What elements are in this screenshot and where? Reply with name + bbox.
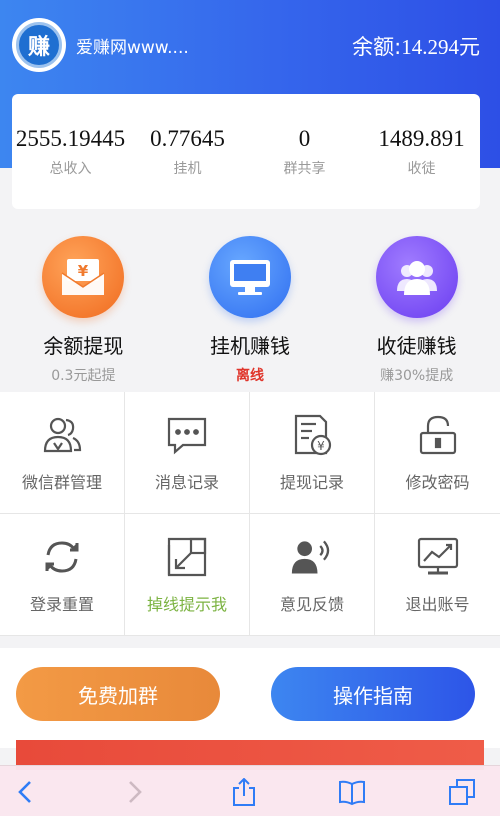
feature-sub: 赚30%提成 (380, 368, 454, 384)
feature-apprentice[interactable]: 收徒赚钱 赚30%提成 (333, 230, 500, 390)
stat-group-share[interactable]: 0 群共享 (246, 126, 363, 178)
status-badge: 离线 (236, 368, 264, 384)
feature-title: 挂机赚钱 (210, 334, 290, 358)
guide-button[interactable]: 操作指南 (271, 667, 475, 721)
grid-item-label: 意见反馈 (279, 594, 344, 614)
grid-item-messages[interactable]: 消息记录 (125, 392, 250, 514)
share-icon[interactable] (230, 778, 258, 806)
grid-item-change-password[interactable]: 修改密码 (375, 392, 500, 514)
lock-icon (419, 415, 456, 454)
stats-card: 2555.19445 总收入 0.77645 挂机 0 群共享 1489.891… (12, 94, 480, 209)
feature-withdraw[interactable]: ¥ 余额提现 0.3元起提 (0, 230, 167, 390)
grid-item-group-manage[interactable]: 微信群管理 (0, 392, 125, 514)
message-icon (167, 417, 207, 454)
withdraw-record-icon: ¥ (294, 414, 332, 455)
grid-item-feedback[interactable]: 意见反馈 (250, 514, 375, 636)
stat-label: 挂机 (173, 160, 202, 177)
feature-row: ¥ 余额提现 0.3元起提 挂机赚钱 离线 收徒赚钱 赚30%提成 (0, 230, 500, 390)
withdraw-icon: ¥ (42, 236, 125, 318)
logo-mark: 赚 (16, 22, 62, 68)
grid-item-login-reset[interactable]: 登录重置 (0, 514, 125, 636)
feature-sub: 0.3元起提 (51, 368, 116, 384)
grid-item-label: 消息记录 (154, 472, 219, 492)
resize-icon (167, 537, 207, 576)
svg-text:¥: ¥ (317, 439, 325, 453)
monitor-icon (209, 236, 291, 318)
stat-hangup[interactable]: 0.77645 挂机 (129, 126, 246, 178)
feedback-icon (291, 540, 330, 573)
action-buttons: 免费加群 操作指南 (0, 648, 500, 748)
feature-title: 余额提现 (43, 334, 124, 358)
stat-label: 群共享 (283, 160, 326, 177)
back-icon[interactable] (12, 778, 40, 806)
bookmarks-icon[interactable] (338, 778, 366, 806)
site-name: 爱赚网www.... (76, 38, 189, 58)
stat-total-income[interactable]: 2555.19445 总收入 (12, 126, 129, 178)
svg-text:¥: ¥ (78, 262, 89, 280)
browser-toolbar (0, 765, 500, 816)
function-grid: 微信群管理 消息记录 ¥ 提现记录 修改密码 登录重置 掉线提示我 意见反馈 退… (0, 392, 500, 636)
stat-value: 0.77645 (150, 125, 225, 151)
grid-item-label: 退出账号 (405, 594, 470, 614)
grid-item-label: 修改密码 (405, 472, 470, 492)
stat-apprentice[interactable]: 1489.891 收徒 (363, 126, 480, 178)
stat-label: 收徒 (407, 160, 436, 177)
grid-item-offline-alert[interactable]: 掉线提示我 (125, 514, 250, 636)
group-manage-icon (43, 417, 82, 452)
stat-value: 1489.891 (378, 125, 465, 151)
feature-title: 收徒赚钱 (376, 334, 457, 358)
grid-item-label: 登录重置 (29, 594, 94, 614)
feature-hangup[interactable]: 挂机赚钱 离线 (167, 230, 334, 390)
grid-item-logout[interactable]: 退出账号 (375, 514, 500, 636)
grid-item-label: 微信群管理 (21, 472, 102, 492)
grid-item-label: 掉线提示我 (146, 594, 227, 614)
people-icon (375, 236, 458, 318)
logout-icon (417, 537, 458, 574)
balance-value: 14.294元 (401, 35, 480, 59)
stat-label: 总收入 (49, 160, 92, 177)
grid-item-withdraw-record[interactable]: ¥ 提现记录 (250, 392, 375, 514)
logo: 赚 (12, 18, 66, 72)
tabs-icon[interactable] (448, 778, 476, 806)
balance: 余额:14.294元 (352, 31, 480, 61)
balance-label: 余额: (352, 35, 402, 59)
stat-value: 2555.19445 (15, 125, 126, 151)
stat-value: 0 (298, 125, 311, 151)
join-group-button[interactable]: 免费加群 (16, 667, 220, 721)
grid-item-label: 提现记录 (279, 472, 344, 492)
refresh-icon (45, 540, 79, 573)
forward-icon[interactable] (120, 778, 148, 806)
